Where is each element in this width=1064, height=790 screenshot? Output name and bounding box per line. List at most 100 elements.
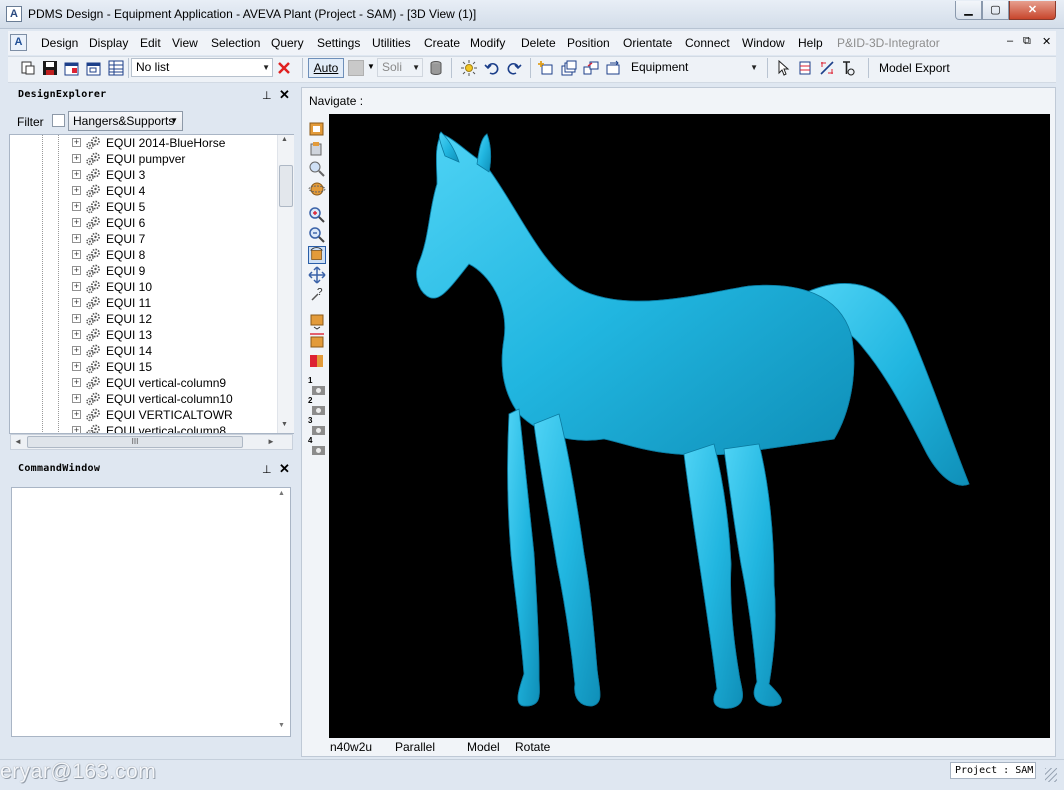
layers-icon[interactable] xyxy=(561,60,577,76)
menu-pid-3d-integrator[interactable]: P&ID-3D-Integrator xyxy=(837,36,940,50)
command-output[interactable] xyxy=(11,487,291,737)
menu-settings[interactable]: Settings xyxy=(317,36,360,50)
design-tree[interactable]: + EQUI 2014-BlueHorse + EQUI pumpver + EQUI 3… xyxy=(9,134,294,434)
tree-item[interactable]: + EQUI VERTICALTOWR xyxy=(10,407,280,423)
scroll-right-icon[interactable]: ► xyxy=(267,437,275,446)
menu-modify[interactable]: Modify xyxy=(470,36,505,50)
grid-icon[interactable] xyxy=(108,60,124,76)
clip-icon[interactable] xyxy=(308,352,326,370)
redo-icon[interactable] xyxy=(506,60,522,76)
pin-icon[interactable]: ⊥ xyxy=(262,89,272,102)
close-button[interactable]: ✕ xyxy=(1009,1,1056,20)
help-icon[interactable]: ? xyxy=(308,286,326,304)
command-window-close-button[interactable]: ✕ xyxy=(279,461,290,477)
tree-item[interactable]: + EQUI vertical-column9 xyxy=(10,375,280,391)
menu-delete[interactable]: Delete xyxy=(521,36,556,50)
list-combo[interactable]: No list ▼ xyxy=(131,58,273,77)
menu-connect[interactable]: Connect xyxy=(685,36,730,50)
expand-icon[interactable]: + xyxy=(72,426,81,433)
model-export-button[interactable]: Model Export xyxy=(875,58,959,78)
limits-icon[interactable] xyxy=(308,312,326,330)
tree-horizontal-scrollbar[interactable]: ◄ III ► xyxy=(10,434,293,450)
tree-item[interactable]: + EQUI 15 xyxy=(10,359,280,375)
menu-display[interactable]: Display xyxy=(89,36,128,50)
measure-icon[interactable] xyxy=(819,60,835,76)
filter-checkbox[interactable] xyxy=(52,114,65,127)
tree-item[interactable]: + EQUI 8 xyxy=(10,247,280,263)
element-icon[interactable] xyxy=(797,60,813,76)
3d-viewport[interactable] xyxy=(329,114,1050,738)
expand-icon[interactable]: + xyxy=(72,314,81,323)
move-icon[interactable] xyxy=(605,60,621,76)
tree-scroll-thumb[interactable] xyxy=(279,165,293,207)
mdi-restore-button[interactable]: ⧉ xyxy=(1023,35,1031,48)
expand-icon[interactable]: + xyxy=(72,250,81,259)
undo-icon[interactable] xyxy=(484,60,500,76)
horizontal-scroll-thumb[interactable]: III xyxy=(27,436,243,448)
menu-create[interactable]: Create xyxy=(424,36,460,50)
orbit-icon[interactable] xyxy=(308,180,326,198)
tree-item[interactable]: + EQUI 5 xyxy=(10,199,280,215)
mdi-close-button[interactable]: ✕ xyxy=(1042,35,1051,48)
auto-button[interactable]: Auto xyxy=(308,58,344,78)
tree-item[interactable]: + EQUI 13 xyxy=(10,327,280,343)
light-icon[interactable] xyxy=(461,60,477,76)
expand-icon[interactable]: + xyxy=(72,282,81,291)
tree-item[interactable]: + EQUI vertical-column8 xyxy=(10,423,280,433)
app-icon[interactable]: A xyxy=(6,6,22,22)
scroll-up-icon[interactable]: ▲ xyxy=(281,136,288,143)
pan-icon[interactable] xyxy=(308,266,326,284)
expand-icon[interactable]: + xyxy=(72,410,81,419)
expand-icon[interactable]: + xyxy=(72,234,81,243)
tree-vertical-scrollbar[interactable]: ▲ ▼ xyxy=(277,135,294,433)
find-icon[interactable] xyxy=(308,160,326,178)
expand-icon[interactable]: + xyxy=(72,266,81,275)
save-icon[interactable] xyxy=(42,60,58,76)
filter-dropdown[interactable]: Hangers&Supports ▼ xyxy=(68,111,183,131)
tree-item[interactable]: + EQUI 14 xyxy=(10,343,280,359)
window-alt-icon[interactable] xyxy=(86,60,102,76)
tree-item[interactable]: + EQUI 10 xyxy=(10,279,280,295)
menu-view[interactable]: View xyxy=(172,36,198,50)
scroll-down-icon[interactable]: ▼ xyxy=(281,421,288,428)
expand-icon[interactable]: + xyxy=(72,346,81,355)
menu-edit[interactable]: Edit xyxy=(140,36,161,50)
expand-icon[interactable]: + xyxy=(72,330,81,339)
command-scrollbar[interactable]: ▲ ▼ xyxy=(276,488,290,736)
minimize-button[interactable]: ▁ xyxy=(955,1,982,20)
chevron-down-icon[interactable]: ▼ xyxy=(367,62,375,71)
text-icon[interactable] xyxy=(841,60,857,76)
tree-item[interactable]: + EQUI 6 xyxy=(10,215,280,231)
resize-grip-icon[interactable] xyxy=(1045,768,1057,782)
solid-combo[interactable]: Soli ▼ xyxy=(377,58,423,77)
expand-icon[interactable]: + xyxy=(72,378,81,387)
cylinder-icon[interactable] xyxy=(428,60,444,76)
menu-selection[interactable]: Selection xyxy=(211,36,260,50)
menu-utilities[interactable]: Utilities xyxy=(372,36,411,50)
menu-help[interactable]: Help xyxy=(798,36,823,50)
menu-orientate[interactable]: Orientate xyxy=(623,36,672,50)
expand-icon[interactable]: + xyxy=(72,202,81,211)
group-icon[interactable] xyxy=(583,60,599,76)
clipboard-icon[interactable] xyxy=(20,60,36,76)
color-swatch[interactable] xyxy=(348,60,364,76)
tree-item[interactable]: + EQUI 9 xyxy=(10,263,280,279)
tree-item[interactable]: + EQUI 12 xyxy=(10,311,280,327)
expand-icon[interactable]: + xyxy=(72,186,81,195)
menu-design[interactable]: Design xyxy=(41,36,78,50)
rotate-icon[interactable] xyxy=(308,246,326,264)
window-icon[interactable] xyxy=(64,60,80,76)
equipment-combo[interactable]: Equipment ▼ xyxy=(626,58,761,77)
tree-item[interactable]: + EQUI 3 xyxy=(10,167,280,183)
scroll-down-icon[interactable]: ▼ xyxy=(278,722,285,729)
pin-icon[interactable]: ⊥ xyxy=(262,463,272,476)
tree-item[interactable]: + EQUI vertical-column10 xyxy=(10,391,280,407)
expand-icon[interactable]: + xyxy=(72,154,81,163)
walk-icon[interactable] xyxy=(308,140,326,158)
menu-query[interactable]: Query xyxy=(271,36,304,50)
expand-icon[interactable]: + xyxy=(72,394,81,403)
camera-4-icon[interactable]: 4 xyxy=(308,436,326,458)
expand-icon[interactable]: + xyxy=(72,362,81,371)
tree-item[interactable]: + EQUI 4 xyxy=(10,183,280,199)
menu-position[interactable]: Position xyxy=(567,36,610,50)
